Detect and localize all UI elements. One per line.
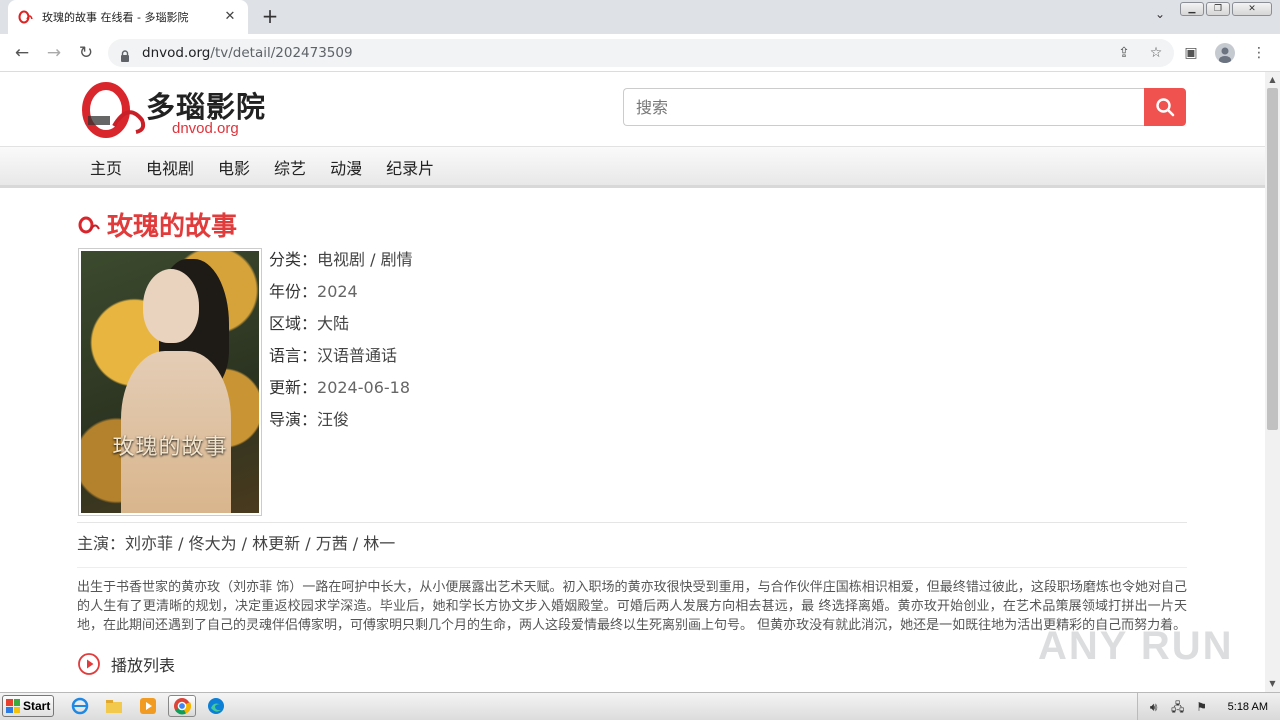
meta-row: 区域：大陆: [269, 308, 413, 340]
nav-item-tv[interactable]: 电视剧: [134, 155, 206, 179]
menu-kebab-icon[interactable]: ⋮: [1248, 42, 1270, 64]
watermark-text: ANY RUN: [1038, 624, 1234, 668]
search-input[interactable]: [623, 88, 1145, 126]
browser-toolbar: ← → ↻ dnvod.org/tv/detail/202473509 ⇪ ☆ …: [0, 34, 1280, 72]
meta-label: 分类：: [269, 250, 318, 269]
cast-value: 刘亦菲 / 佟大为 / 林更新 / 万茜 / 林一: [125, 534, 396, 553]
detail-main: 玫瑰的故事 玫瑰的故事 分类：电视剧 / 剧情 年份：2024 区域：大陆 语言…: [77, 204, 1187, 679]
meta-value-director: 汪俊: [317, 410, 350, 429]
nav-item-documentary[interactable]: 纪录片: [374, 155, 446, 179]
logo-mark-icon: [82, 82, 146, 138]
restore-button[interactable]: ❐: [1206, 2, 1230, 16]
meta-label: 区域：: [269, 314, 318, 333]
tab-search-chevron-down-icon[interactable]: ⌄: [1150, 7, 1170, 27]
watermark-logo: ANY RUN: [1038, 618, 1234, 668]
poster-image: 玫瑰的故事: [78, 248, 262, 516]
page-scrollbar[interactable]: ▲ ▼: [1265, 72, 1280, 692]
nav-item-anime[interactable]: 动漫: [318, 155, 374, 179]
site-header: 多瑙影院 dnvod.org: [0, 72, 1265, 146]
meta-value-region: 大陆: [317, 314, 350, 333]
meta-row: 语言：汉语普通话: [269, 340, 413, 372]
title-logo-icon: [78, 216, 100, 234]
volume-icon[interactable]: 🔊︎: [1146, 699, 1162, 715]
scroll-thumb[interactable]: [1267, 88, 1278, 430]
window-close-button[interactable]: ✕: [1232, 2, 1272, 16]
side-panel-icon[interactable]: ▣: [1180, 42, 1202, 64]
logo-subtext: dnvod.org: [172, 120, 239, 137]
playlist-header[interactable]: 播放列表: [77, 649, 1187, 679]
window-controls: ▁ ❐ ✕: [1180, 2, 1272, 16]
back-arrow-icon[interactable]: ←: [10, 41, 34, 65]
nav-item-home[interactable]: 主页: [78, 155, 134, 179]
meta-value-category: 电视剧 / 剧情: [317, 250, 413, 269]
site-logo[interactable]: 多瑙影院 dnvod.org: [80, 80, 276, 140]
meta-value-updated: 2024-06-18: [317, 378, 410, 397]
page-viewport: 多瑙影院 dnvod.org 主页 电视剧 电影 综艺 动漫 纪录片 玫瑰的故事: [0, 72, 1265, 692]
meta-row: 更新：2024-06-18: [269, 372, 413, 404]
description: 出生于书香世家的黄亦玫（刘亦菲 饰）一路在呵护中长大，从小便展露出艺术天赋。初入…: [77, 580, 1187, 633]
meta-label: 更新：: [269, 378, 318, 397]
divider: [77, 567, 1187, 568]
taskbar-edge-icon[interactable]: [202, 695, 230, 717]
url-domain: dnvod.org: [142, 45, 211, 61]
search-icon: [1156, 98, 1175, 117]
site-nav: 主页 电视剧 电影 综艺 动漫 纪录片: [0, 146, 1265, 188]
lock-icon: [120, 47, 130, 62]
browser-tab[interactable]: 玫瑰的故事 在线看 - 多瑙影院 ✕: [8, 0, 248, 34]
network-icon[interactable]: 🖧︎: [1170, 699, 1186, 715]
nav-item-variety[interactable]: 综艺: [262, 155, 318, 179]
profile-avatar[interactable]: [1214, 42, 1236, 64]
os-taskbar: Start 🔊︎ 🖧︎ ⚑ 5:18 AM: [0, 692, 1280, 720]
site-favicon-icon: [18, 9, 34, 25]
taskbar-media-player-icon[interactable]: [134, 695, 162, 717]
new-tab-button[interactable]: +: [258, 5, 282, 29]
taskbar-explorer-icon[interactable]: [100, 695, 128, 717]
taskbar-chrome-icon[interactable]: [168, 695, 196, 717]
play-circle-icon: [78, 653, 100, 675]
page-title: 玫瑰的故事: [107, 211, 238, 242]
tab-title: 玫瑰的故事 在线看 - 多瑙影院: [42, 11, 189, 24]
taskbar-ie-icon[interactable]: [66, 695, 94, 717]
nav-item-movies[interactable]: 电影: [206, 155, 262, 179]
windows-logo-icon: [6, 699, 20, 713]
start-label: Start: [23, 699, 51, 713]
meta-label: 年份：: [269, 282, 318, 301]
browser-tab-bar: 玫瑰的故事 在线看 - 多瑙影院 ✕ + ⌄ ▁ ❐ ✕: [0, 0, 1280, 34]
meta-label: 导演：: [269, 410, 318, 429]
scroll-up-arrow-icon[interactable]: ▲: [1265, 72, 1280, 88]
playlist-label: 播放列表: [111, 656, 176, 675]
poster-title: 玫瑰的故事: [112, 435, 228, 460]
bookmark-star-icon[interactable]: ☆: [1146, 43, 1166, 63]
action-center-flag-icon[interactable]: ⚑: [1194, 699, 1210, 715]
address-bar[interactable]: dnvod.org/tv/detail/202473509 ⇪ ☆: [108, 39, 1174, 67]
forward-arrow-icon[interactable]: →: [42, 41, 66, 65]
meta-row: 分类：电视剧 / 剧情: [269, 244, 413, 276]
meta-row: 年份：2024: [269, 276, 413, 308]
meta-row: 导演：汪俊: [269, 404, 413, 436]
minimize-button[interactable]: ▁: [1180, 2, 1204, 16]
meta-value-year: 2024: [317, 282, 358, 301]
search-button[interactable]: [1144, 88, 1186, 126]
system-tray: 🔊︎ 🖧︎ ⚑ 5:18 AM: [1136, 693, 1280, 720]
cast-row: 主演：刘亦菲 / 佟大为 / 林更新 / 万茜 / 林一: [77, 523, 1187, 567]
cast-label: 主演：: [77, 534, 126, 553]
tab-close-icon[interactable]: ✕: [222, 9, 238, 25]
start-button[interactable]: Start: [2, 695, 54, 717]
meta-label: 语言：: [269, 346, 318, 365]
scroll-down-arrow-icon[interactable]: ▼: [1265, 676, 1280, 692]
system-clock[interactable]: 5:18 AM: [1228, 701, 1268, 713]
reload-icon[interactable]: ↻: [74, 41, 98, 65]
meta-value-language: 汉语普通话: [317, 346, 398, 365]
meta-list: 分类：电视剧 / 剧情 年份：2024 区域：大陆 语言：汉语普通话 更新：20…: [269, 244, 413, 436]
url-path: /tv/detail/202473509: [210, 45, 353, 61]
share-icon[interactable]: ⇪: [1114, 43, 1134, 63]
url-text: dnvod.org/tv/detail/202473509: [142, 45, 353, 61]
